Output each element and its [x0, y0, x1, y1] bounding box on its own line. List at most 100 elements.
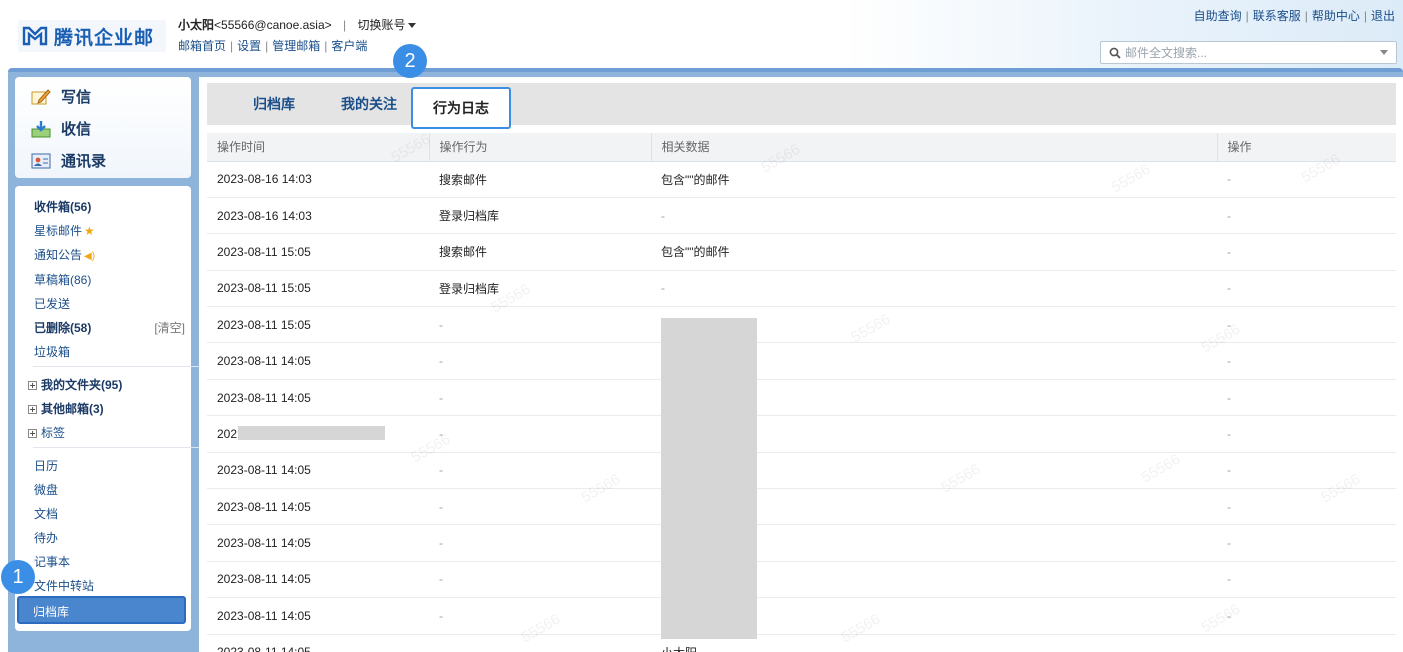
search-icon [1109, 47, 1121, 59]
cell-action: - [429, 342, 651, 380]
table-row[interactable]: 2023-08-11 15:05 搜索邮件 包含""的邮件 - [207, 233, 1396, 271]
header-links: 邮箱首页 | 设置 | 管理邮箱 | 客户端 [178, 39, 368, 53]
table-row[interactable]: 2023-08-11 15:05- - [207, 306, 1396, 344]
help-center-link[interactable]: 帮助中心 [1312, 9, 1360, 23]
tab-following[interactable]: 我的关注 [319, 83, 419, 125]
mailbox-home-link[interactable]: 邮箱首页 [178, 39, 226, 53]
quick-actions: 写信 收信 通讯录 [15, 77, 191, 178]
folder-inbox[interactable]: 收件箱(56) [34, 198, 91, 215]
inbox-download-icon [31, 120, 51, 137]
redacted-block [661, 318, 757, 639]
expand-icon[interactable] [28, 381, 37, 390]
cell-operation: - [1217, 342, 1396, 380]
cell-data: - [651, 197, 1217, 235]
contacts-button[interactable]: 通讯录 [31, 150, 106, 171]
col-header-time[interactable]: 操作时间 [207, 133, 429, 162]
write-mail-button[interactable]: 写信 [31, 86, 91, 107]
app-drive[interactable]: 微盘 [34, 481, 58, 498]
envelope-logo-icon [22, 26, 48, 46]
table-row[interactable]: 2023-08-11 14:05- - [207, 597, 1396, 635]
redacted-block [238, 426, 385, 440]
self-service-link[interactable]: 自助查询 [1194, 9, 1242, 23]
cell-time: 2023-08-11 15:05 [207, 270, 429, 308]
cell-time: 2023-08-11 15:05 [207, 306, 429, 344]
cell-operation: - [1217, 161, 1396, 198]
cell-time: 2023-08-11 14:05 [207, 524, 429, 562]
folder-spam[interactable]: 垃圾箱 [34, 343, 70, 360]
app-file-transfer[interactable]: 文件中转站 [34, 577, 94, 594]
cell-operation: - [1217, 488, 1396, 526]
cell-time: 2023-08-11 14:05 [207, 379, 429, 417]
cell-time: 2023-08-11 14:05 [207, 488, 429, 526]
cell-operation: - [1217, 561, 1396, 599]
cell-action: - [429, 488, 651, 526]
folder-drafts[interactable]: 草稿箱(86) [34, 271, 91, 288]
divider [33, 447, 201, 448]
cell-operation: - [1217, 379, 1396, 417]
user-email: <55566@canoe.asia> [214, 18, 332, 32]
cell-action: - [429, 561, 651, 599]
other-mailbox-group[interactable]: 其他邮箱(3) [28, 400, 104, 417]
table-row[interactable]: 2023-08-11 14:05- - [207, 452, 1396, 490]
user-name: 小太阳 [178, 18, 215, 32]
tab-archive[interactable]: 归档库 [229, 83, 319, 125]
tags-group[interactable]: 标签 [28, 424, 65, 441]
table-row[interactable]: 2023-08-11 14:05- - [207, 379, 1396, 417]
table-row[interactable]: 2023-08-16 14:03 搜索邮件 包含""的邮件 - [207, 161, 1396, 198]
cell-data: - [651, 270, 1217, 308]
main-panel: 归档库 我的关注 行为日志 操作时间 操作行为 相关数据 操作 2023-08-… [199, 77, 1403, 652]
logout-link[interactable]: 退出 [1371, 9, 1395, 23]
folder-sent[interactable]: 已发送 [34, 295, 70, 312]
cell-time: 2023-08-11 14:05 [207, 597, 429, 635]
col-header-action[interactable]: 操作行为 [428, 133, 651, 162]
table-row[interactable]: 2023-08-11 14:05- - [207, 524, 1396, 562]
folder-notice[interactable]: 通知公告 ◀) [34, 246, 95, 263]
table-row[interactable]: 2023-08-11 15:05 登录归档库 - - [207, 270, 1396, 308]
app-calendar[interactable]: 日历 [34, 457, 58, 474]
cell-time: 2023-08-11 14:05 [207, 342, 429, 380]
settings-link[interactable]: 设置 [237, 39, 261, 53]
cell-time: 2023-08-16 14:03 [207, 197, 429, 235]
cell-operation: - [1217, 270, 1396, 308]
cell-time: 2023-08-11 15:05 [207, 233, 429, 271]
search-dropdown-icon[interactable] [1380, 50, 1388, 55]
logo-text: 腾讯企业邮 [54, 27, 155, 49]
client-link[interactable]: 客户端 [331, 39, 367, 53]
expand-icon[interactable] [28, 405, 37, 414]
switch-account-link[interactable]: 切换账号 [357, 18, 405, 32]
cell-action: - [429, 597, 651, 635]
col-header-operation[interactable]: 操作 [1216, 133, 1396, 162]
app-todo[interactable]: 待办 [34, 529, 58, 546]
sidebar-item-archive[interactable]: 归档库 [17, 596, 186, 624]
table-row[interactable]: 2023-08-11 14:05- - [207, 488, 1396, 526]
tab-behavior-log[interactable]: 行为日志 [411, 87, 511, 129]
chevron-down-icon[interactable] [408, 23, 417, 29]
cell-action: - [429, 415, 651, 453]
receive-mail-button[interactable]: 收信 [31, 118, 91, 139]
table-row[interactable]: 2023-08-11 14:05小太阳 [207, 634, 1396, 652]
pencil-icon [31, 88, 51, 104]
table-row[interactable]: 2023-08-16 14:03 登录归档库 - - [207, 197, 1396, 235]
expand-icon[interactable] [28, 429, 37, 438]
clear-trash-link[interactable]: [清空] [154, 319, 185, 336]
table-row[interactable]: 2023-08-11 14:05- - [207, 561, 1396, 599]
my-folders-group[interactable]: 我的文件夹(95) [28, 376, 122, 393]
search-input[interactable]: 邮件全文搜索... [1100, 41, 1397, 64]
top-header: 腾讯企业邮 小太阳<55566@canoe.asia> | 切换账号 邮箱首页 |… [0, 0, 1403, 70]
cell-data: 包含""的邮件 [651, 233, 1217, 271]
table-row[interactable]: 202- - [207, 415, 1396, 453]
logo[interactable]: 腾讯企业邮 [18, 20, 166, 52]
manage-mailbox-link[interactable]: 管理邮箱 [272, 39, 320, 53]
folder-starred[interactable]: 星标邮件 ★ [34, 222, 95, 239]
cell-data: 包含""的邮件 [651, 161, 1217, 198]
cell-time: 2023-08-11 14:05 [207, 452, 429, 490]
app-notes[interactable]: 记事本 [34, 553, 70, 570]
cell-action: - [429, 524, 651, 562]
table-row[interactable]: 2023-08-11 14:05- - [207, 342, 1396, 380]
col-header-data[interactable]: 相关数据 [650, 133, 1217, 162]
account-info: 小太阳<55566@canoe.asia> | 切换账号 [178, 16, 417, 33]
app-docs[interactable]: 文档 [34, 505, 58, 522]
folder-deleted[interactable]: 已删除(58) [34, 319, 91, 336]
contact-support-link[interactable]: 联系客服 [1253, 9, 1301, 23]
cell-operation: - [1217, 197, 1396, 235]
